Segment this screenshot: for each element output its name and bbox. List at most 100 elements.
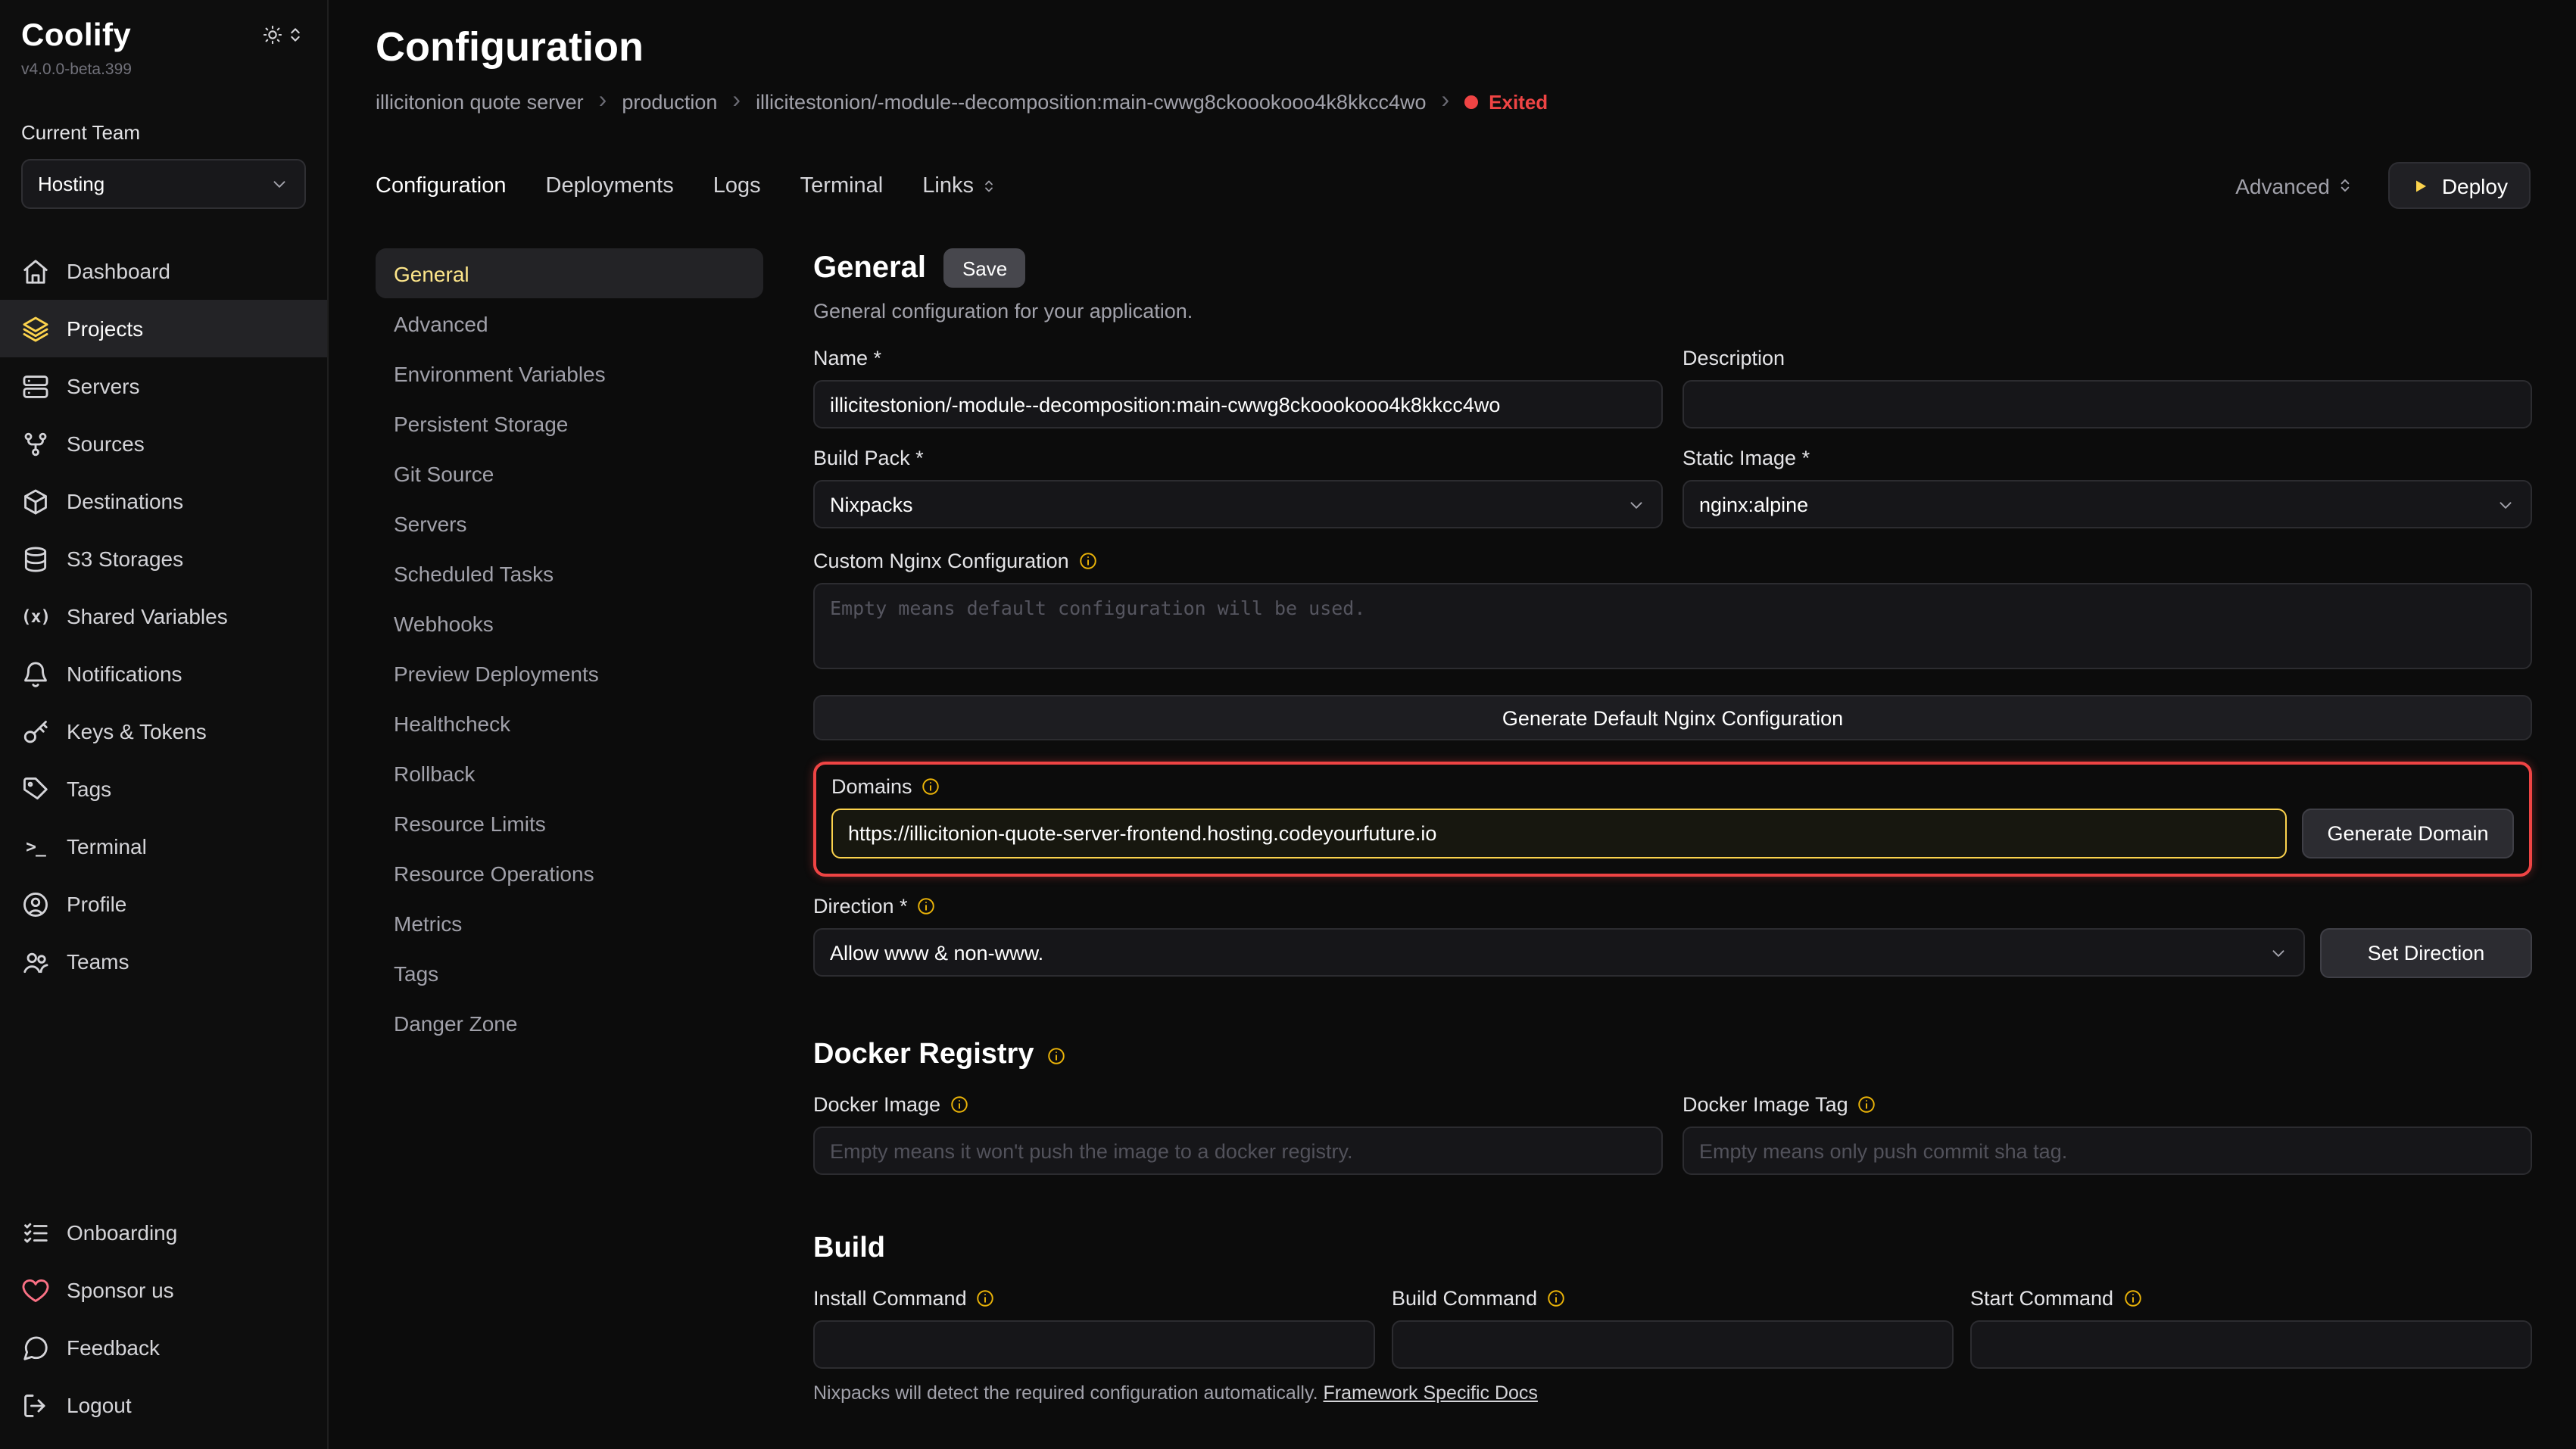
- subnav-item-git-source[interactable]: Git Source: [376, 448, 763, 498]
- sidebar-item-profile[interactable]: Profile: [0, 875, 327, 933]
- info-icon[interactable]: [950, 1095, 969, 1114]
- tab-logs[interactable]: Logs: [713, 173, 761, 198]
- sidebar-item-s3-storages[interactable]: S3 Storages: [0, 530, 327, 587]
- subnav-item-servers[interactable]: Servers: [376, 498, 763, 548]
- info-icon[interactable]: [922, 777, 941, 796]
- static-image-select[interactable]: nginx:alpine: [1683, 480, 2532, 528]
- subnav-item-scheduled-tasks[interactable]: Scheduled Tasks: [376, 548, 763, 598]
- advanced-toggle[interactable]: Advanced: [2235, 173, 2356, 198]
- tab-links[interactable]: Links: [922, 173, 998, 198]
- save-button[interactable]: Save: [944, 248, 1025, 288]
- static-image-field: Static Image * nginx:alpine: [1683, 447, 2532, 528]
- build-pack-select[interactable]: Nixpacks: [813, 480, 1663, 528]
- info-icon[interactable]: [917, 896, 937, 916]
- subnav-item-tags[interactable]: Tags: [376, 948, 763, 998]
- subnav-item-persistent-storage[interactable]: Persistent Storage: [376, 398, 763, 448]
- chat-icon: [21, 1333, 50, 1362]
- terminal-icon: >_: [21, 832, 50, 861]
- docker-image-tag-input[interactable]: [1683, 1126, 2532, 1175]
- subnav-item-preview-deployments[interactable]: Preview Deployments: [376, 648, 763, 698]
- tab-terminal[interactable]: Terminal: [800, 173, 884, 198]
- sidebar-item-label: Teams: [67, 949, 129, 974]
- nginx-config-textarea[interactable]: [813, 583, 2532, 669]
- base-directory-label: Base Directory: [813, 1446, 1663, 1449]
- sidebar-item-projects[interactable]: Projects: [0, 300, 327, 357]
- subnav-item-rollback[interactable]: Rollback: [376, 748, 763, 798]
- set-direction-button[interactable]: Set Direction: [2320, 928, 2532, 978]
- chevron-down-icon: [270, 174, 289, 194]
- install-command-input[interactable]: [813, 1320, 1375, 1369]
- sidebar-item-dashboard[interactable]: Dashboard: [0, 242, 327, 300]
- sidebar-item-feedback[interactable]: Feedback: [0, 1319, 327, 1376]
- breadcrumb-separator-icon: ›: [732, 89, 741, 114]
- sun-icon: [262, 24, 283, 45]
- breadcrumb: illicitonion quote server›production›ill…: [376, 89, 2576, 114]
- page-title: Configuration: [376, 24, 2576, 71]
- database-icon: [21, 544, 50, 573]
- info-icon[interactable]: [2122, 1289, 2142, 1308]
- status-dot-icon: [1464, 95, 1478, 108]
- sidebar-item-onboarding[interactable]: Onboarding: [0, 1204, 327, 1261]
- domains-input[interactable]: [831, 809, 2287, 858]
- cube-icon: [21, 487, 50, 516]
- sidebar-item-logout[interactable]: Logout: [0, 1376, 327, 1434]
- bell-icon: [21, 659, 50, 688]
- info-icon[interactable]: [976, 1289, 996, 1308]
- sidebar-item-keys-tokens[interactable]: Keys & Tokens: [0, 703, 327, 760]
- heart-icon: [21, 1276, 50, 1304]
- info-icon[interactable]: [1078, 551, 1098, 571]
- info-icon[interactable]: [1546, 1289, 1566, 1308]
- subnav-item-metrics[interactable]: Metrics: [376, 898, 763, 948]
- description-input[interactable]: [1683, 380, 2532, 428]
- docker-image-input[interactable]: [813, 1126, 1663, 1175]
- docker-registry-heading-row: Docker Registry: [813, 1039, 2532, 1072]
- tab-configuration[interactable]: Configuration: [376, 173, 507, 198]
- sidebar-item-destinations[interactable]: Destinations: [0, 472, 327, 530]
- checklist-icon: [21, 1218, 50, 1247]
- direction-select[interactable]: Allow www & non-www.: [813, 928, 2305, 977]
- start-command-field: Start Command: [1970, 1287, 2532, 1369]
- subnav-item-webhooks[interactable]: Webhooks: [376, 598, 763, 648]
- app-title: Coolify: [21, 18, 132, 55]
- framework-docs-link[interactable]: Framework Specific Docs: [1324, 1382, 1538, 1404]
- tabs: Configuration Deployments Logs Terminal Link…: [376, 173, 998, 198]
- subnav-item-healthcheck[interactable]: Healthcheck: [376, 698, 763, 748]
- subnav-item-environment-variables[interactable]: Environment Variables: [376, 348, 763, 398]
- subnav-item-danger-zone[interactable]: Danger Zone: [376, 998, 763, 1048]
- subnav-item-advanced[interactable]: Advanced: [376, 298, 763, 348]
- domains-highlight-box: Domains Generate Domain: [813, 762, 2532, 877]
- subnav-item-resource-limits[interactable]: Resource Limits: [376, 798, 763, 848]
- theme-switcher[interactable]: [262, 24, 306, 45]
- start-command-input[interactable]: [1970, 1320, 2532, 1369]
- team-select[interactable]: Hosting: [21, 159, 306, 209]
- build-command-input[interactable]: [1392, 1320, 1954, 1369]
- subnav-item-general[interactable]: General: [376, 248, 763, 298]
- sidebar-item-label: Sources: [67, 432, 145, 456]
- sidebar-item-servers[interactable]: Servers: [0, 357, 327, 415]
- generate-nginx-config-button[interactable]: Generate Default Nginx Configuration: [813, 695, 2532, 740]
- publish-directory-field: Publish Directory *: [1683, 1446, 2532, 1449]
- sidebar-item-sponsor-us[interactable]: Sponsor us: [0, 1261, 327, 1319]
- sidebar-item-teams[interactable]: Teams: [0, 933, 327, 990]
- chevron-updown-icon: [2336, 176, 2356, 195]
- coolify-app: Coolify v4.0.0-beta.399 Current Team Hos…: [0, 0, 2576, 1449]
- subnav-item-resource-operations[interactable]: Resource Operations: [376, 848, 763, 898]
- logout-icon: [21, 1391, 50, 1419]
- breadcrumb-item[interactable]: production: [622, 90, 717, 113]
- sidebar-item-notifications[interactable]: Notifications: [0, 645, 327, 703]
- generate-domain-button[interactable]: Generate Domain: [2302, 809, 2514, 858]
- info-icon[interactable]: [1046, 1045, 1065, 1065]
- sidebar-item-tags[interactable]: Tags: [0, 760, 327, 818]
- breadcrumb-item[interactable]: illicitonion quote server: [376, 90, 584, 113]
- tag-icon: [21, 774, 50, 803]
- sidebar-item-terminal[interactable]: >_Terminal: [0, 818, 327, 875]
- sidebar: Coolify v4.0.0-beta.399 Current Team Hos…: [0, 0, 329, 1449]
- info-icon[interactable]: [1857, 1095, 1877, 1114]
- sidebar-item-shared-variables[interactable]: (x)Shared Variables: [0, 587, 327, 645]
- breadcrumb-item[interactable]: illicitestonion/-module--decomposition:m…: [756, 90, 1426, 113]
- tab-deployments[interactable]: Deployments: [546, 173, 674, 198]
- name-input[interactable]: [813, 380, 1663, 428]
- deploy-button[interactable]: Deploy: [2389, 162, 2531, 209]
- sidebar-item-label: Logout: [67, 1393, 132, 1417]
- sidebar-item-sources[interactable]: Sources: [0, 415, 327, 472]
